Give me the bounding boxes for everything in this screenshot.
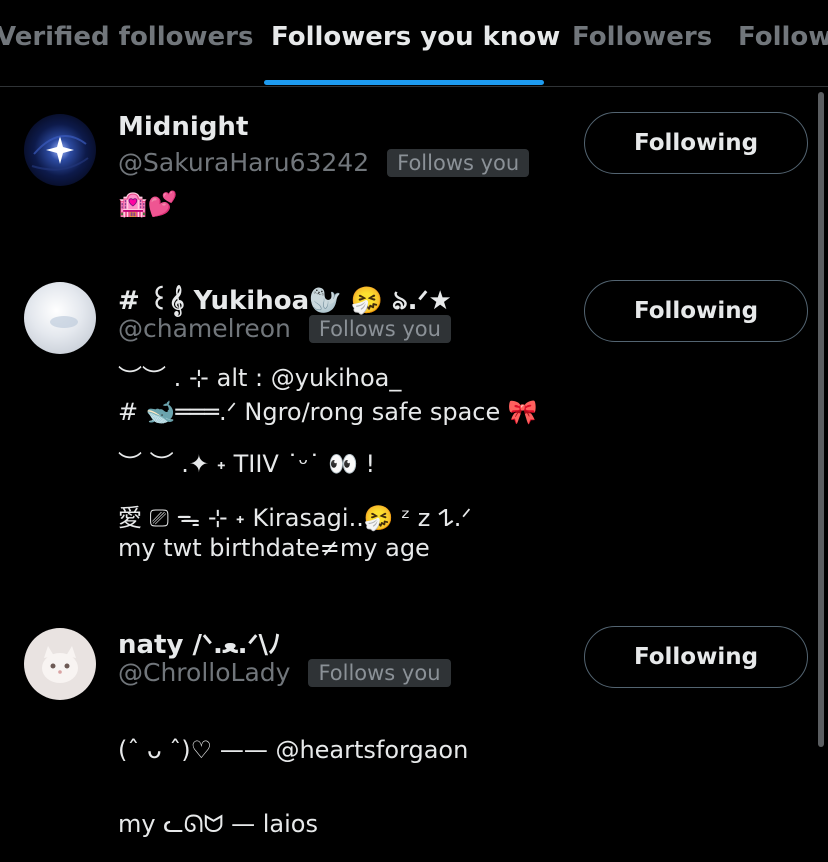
handle-row: @ChrolloLady Follows you xyxy=(118,658,451,687)
avatar[interactable] xyxy=(24,628,96,700)
bio-line: my ᓚᘏᗢ — laios xyxy=(118,810,318,838)
scrollbar[interactable] xyxy=(818,92,824,747)
tab-bar: Verified followers Followers you know Fo… xyxy=(0,0,828,87)
display-name[interactable]: naty /ᐠ.ﻌ.ᐟ\ﾉ xyxy=(118,624,281,661)
bio-line: ︶ ︶ .✦ ˖ TIIV ˙ᵕ˙ 👀 ! xyxy=(118,450,376,478)
avatar[interactable] xyxy=(24,282,96,354)
follows-you-badge: Follows you xyxy=(387,148,530,177)
handle-row: @SakuraHaru63242 Follows you xyxy=(118,148,530,177)
bio-line: my twt birthdate≠my age xyxy=(118,534,430,562)
avatar-image xyxy=(24,628,96,700)
bio-line: 愛 ⎚ ᯓ ⊹ ˖ Kirasagi..🤧 ᶻ z 𐰁.ᐟ xyxy=(118,504,472,532)
tab-followers-you-know[interactable]: Followers you know xyxy=(271,22,560,52)
following-button[interactable]: Following xyxy=(584,280,808,342)
display-name[interactable]: Midnight xyxy=(118,112,248,142)
active-tab-indicator xyxy=(264,80,544,85)
bio-line: 🏩💕 xyxy=(118,190,178,218)
tab-following[interactable]: Followi xyxy=(738,22,828,52)
handle[interactable]: @SakuraHaru63242 xyxy=(118,148,369,177)
avatar[interactable] xyxy=(24,114,96,186)
tab-verified-followers[interactable]: Verified followers xyxy=(0,22,253,52)
following-button[interactable]: Following xyxy=(584,626,808,688)
bio-line: # 🐋═══.ᐟ Ngro/rong safe space 🎀 xyxy=(118,398,538,426)
following-button[interactable]: Following xyxy=(584,112,808,174)
handle[interactable]: @chamelreon xyxy=(118,314,291,343)
follows-you-badge: Follows you xyxy=(308,314,451,343)
bio-line: (ˆ ᴗ ˆ)♡ —— @heartsforgaon xyxy=(118,736,469,764)
handle[interactable]: @ChrolloLady xyxy=(118,658,290,687)
bio-line: ︶︶ . ⊹ alt : @yukihoa_ xyxy=(118,364,402,392)
avatar-image xyxy=(24,282,96,354)
avatar-image xyxy=(24,114,96,186)
follows-you-badge: Follows you xyxy=(308,658,451,687)
tab-followers[interactable]: Followers xyxy=(572,22,712,52)
handle-row: @chamelreon Follows you xyxy=(118,314,451,343)
